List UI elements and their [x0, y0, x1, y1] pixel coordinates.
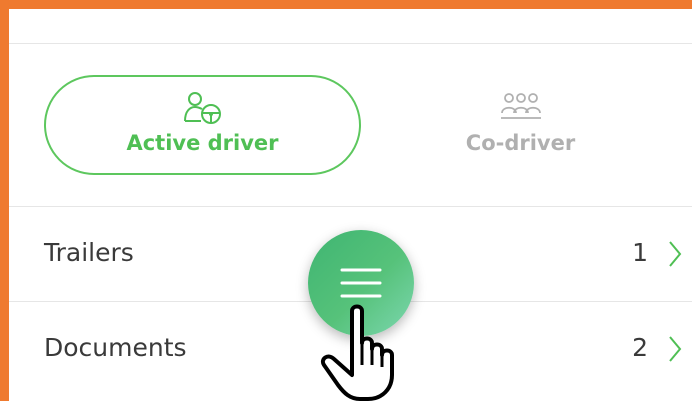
app-frame: Active driver Co-driver Trailers 1 Docum…	[0, 0, 692, 401]
chevron-right-icon	[667, 334, 683, 368]
trailers-label: Trailers	[44, 238, 134, 267]
co-driver-button[interactable]: Co-driver	[362, 75, 679, 175]
trailers-count: 1	[632, 238, 648, 267]
documents-count: 2	[632, 333, 648, 362]
driver-wheel-icon	[183, 91, 223, 131]
co-driver-label: Co-driver	[465, 131, 576, 155]
menu-icon	[340, 266, 382, 304]
driver-mode-toggle: Active driver Co-driver	[9, 44, 692, 206]
active-driver-button[interactable]: Active driver	[44, 75, 361, 175]
chevron-right-icon	[667, 239, 683, 273]
documents-label: Documents	[44, 333, 187, 362]
active-driver-label: Active driver	[126, 131, 279, 155]
hand-pointer-icon	[318, 303, 410, 401]
group-people-icon	[499, 91, 543, 125]
divider	[9, 206, 692, 207]
